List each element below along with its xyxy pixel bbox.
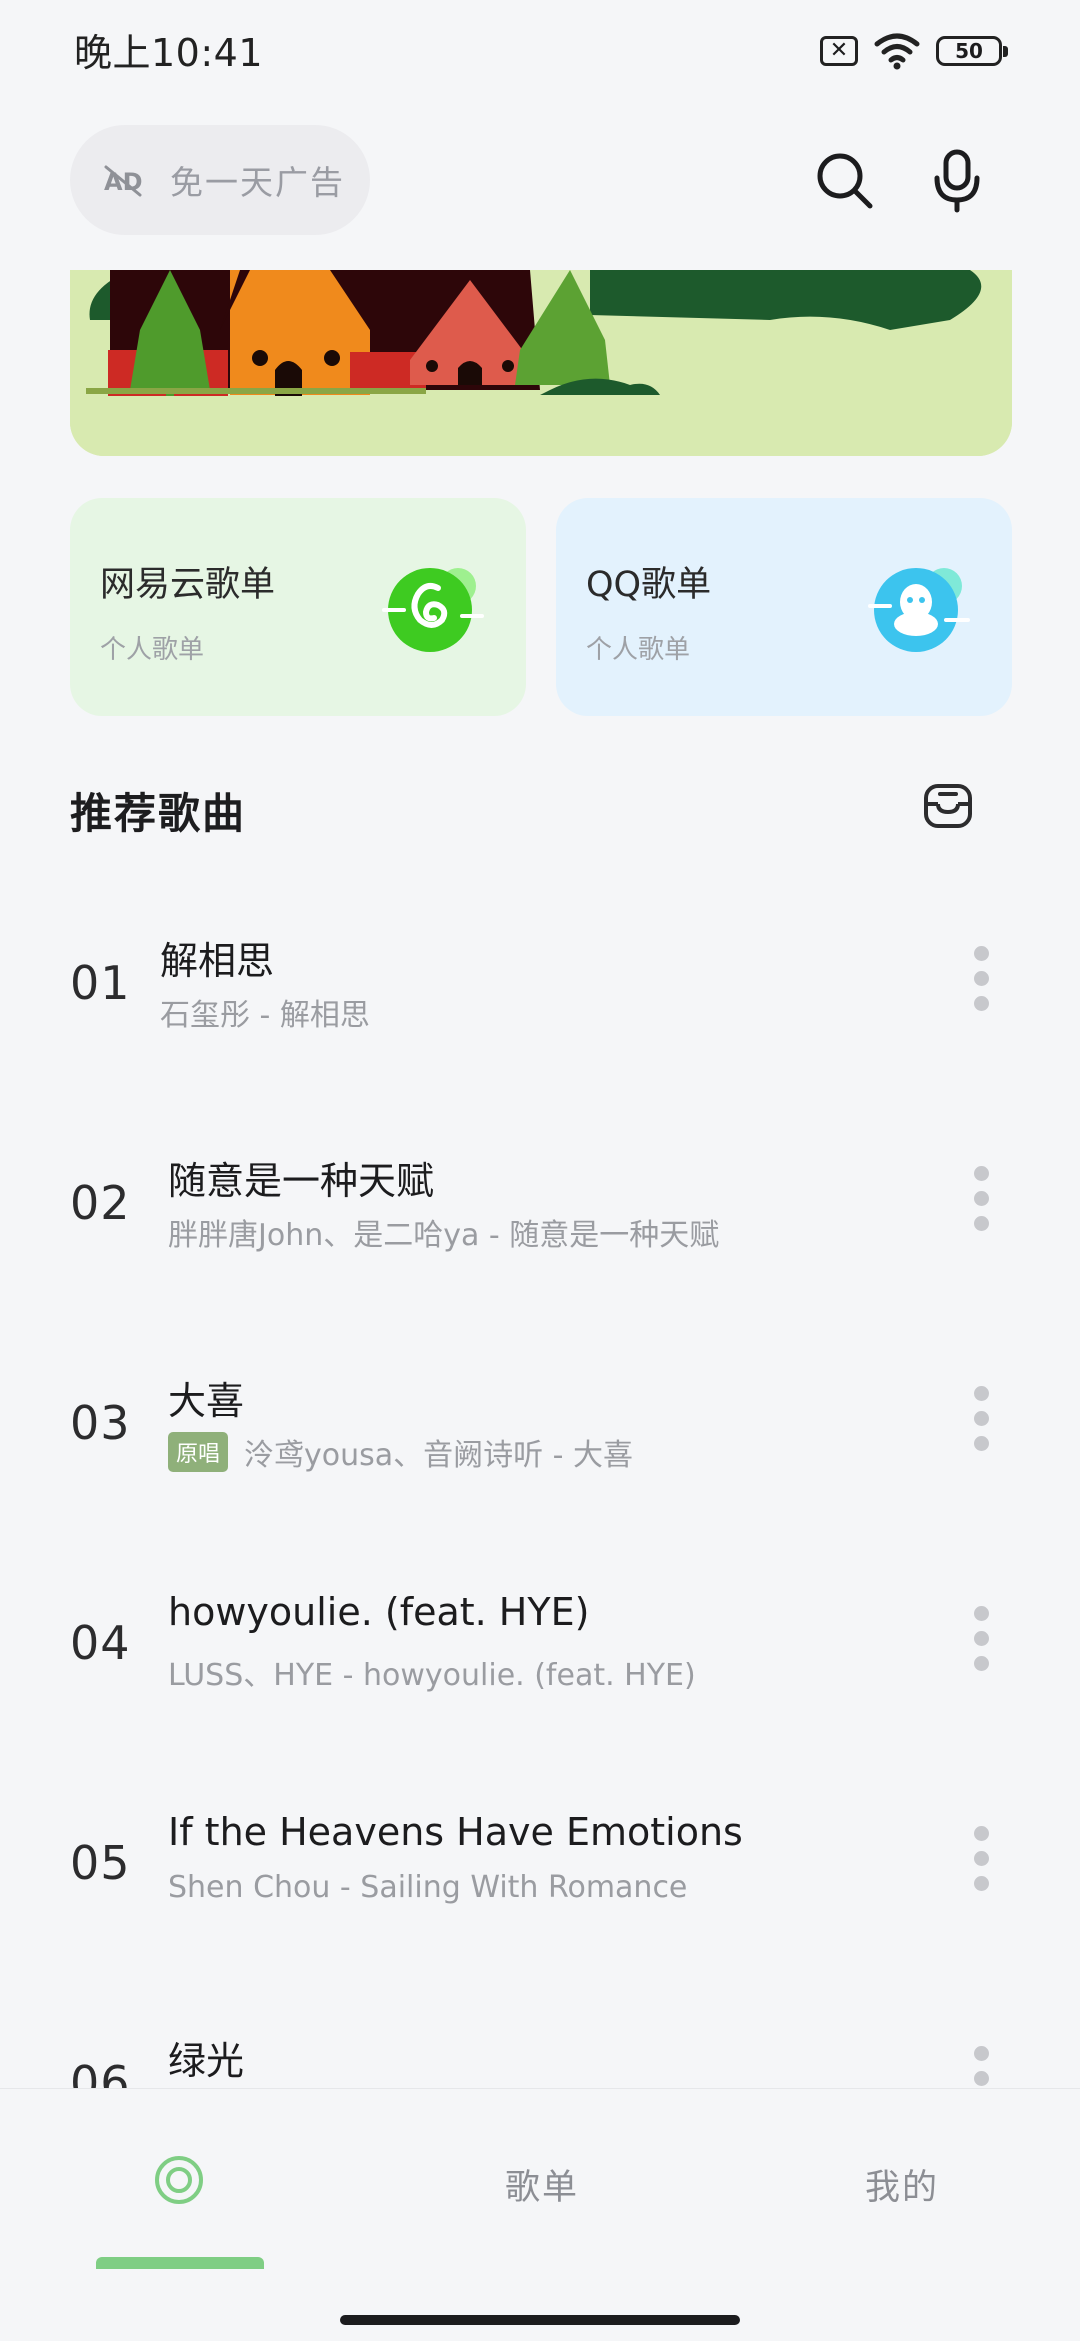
song-artist-album: 石玺彤 - 解相思 bbox=[160, 998, 370, 1033]
song-row[interactable]: 05 If the Heavens Have Emotions Shen Cho… bbox=[0, 1786, 1080, 2006]
song-subline: 原唱 泠鸢yousa、音阙诗听 - 大喜 bbox=[168, 1430, 633, 1474]
search-icon[interactable] bbox=[812, 148, 878, 214]
home-tab-icon[interactable] bbox=[152, 2153, 206, 2207]
inbox-icon[interactable] bbox=[920, 778, 976, 834]
song-number: 03 bbox=[70, 1396, 131, 1450]
song-artist-album: LUSS、HYE - howyoulie. (feat. HYE) bbox=[168, 1658, 696, 1693]
song-artist-album: Shen Chou - Sailing With Romance bbox=[168, 1870, 688, 1905]
song-artist-album: 胖胖唐John、是二哈ya - 随意是一种天赋 bbox=[168, 1218, 720, 1253]
qq-playlist-card[interactable]: QQ歌单 个人歌单 bbox=[556, 498, 1012, 716]
tab-mine[interactable]: 我的 bbox=[865, 2159, 939, 2210]
battery-icon: 50 bbox=[936, 36, 1008, 66]
song-row[interactable]: 03 大喜 原唱 泠鸢yousa、音阙诗听 - 大喜 bbox=[0, 1346, 1080, 1566]
bottom-navigation: 歌单 我的 bbox=[0, 2088, 1080, 2341]
more-options-icon[interactable] bbox=[972, 946, 990, 1012]
song-title: 绿光 bbox=[168, 2039, 245, 2083]
promo-banner[interactable] bbox=[70, 270, 1012, 456]
song-title: 解相思 bbox=[160, 939, 275, 983]
home-gesture-bar[interactable] bbox=[340, 2315, 740, 2325]
banner-illustration bbox=[70, 270, 1012, 456]
song-row[interactable]: 02 随意是一种天赋 胖胖唐John、是二哈ya - 随意是一种天赋 bbox=[0, 1126, 1080, 1346]
wifi-icon bbox=[874, 33, 920, 70]
song-title: howyoulie. (feat. HYE) bbox=[168, 1590, 590, 1634]
song-number: 02 bbox=[70, 1176, 131, 1230]
status-icons: ✕ 50 bbox=[820, 30, 1008, 72]
more-options-icon[interactable] bbox=[972, 1166, 990, 1232]
qq-penguin-icon bbox=[868, 568, 970, 652]
song-number: 01 bbox=[70, 956, 131, 1010]
song-title: 随意是一种天赋 bbox=[168, 1159, 435, 1203]
section-title: 推荐歌曲 bbox=[70, 789, 247, 838]
netease-playlist-card[interactable]: 网易云歌单 个人歌单 bbox=[70, 498, 526, 716]
more-options-icon[interactable] bbox=[972, 1386, 990, 1452]
search-bar[interactable]: AD 免一天广告 bbox=[70, 125, 370, 235]
more-options-icon[interactable] bbox=[972, 1606, 990, 1672]
no-sim-icon: ✕ bbox=[820, 36, 858, 66]
original-badge: 原唱 bbox=[168, 1432, 229, 1472]
active-tab-indicator bbox=[96, 2257, 264, 2269]
search-placeholder: 免一天广告 bbox=[170, 163, 345, 202]
tab-playlists[interactable]: 歌单 bbox=[505, 2159, 579, 2210]
ad-block-icon: AD bbox=[104, 165, 143, 197]
more-options-icon[interactable] bbox=[972, 1826, 990, 1892]
song-title: 大喜 bbox=[168, 1379, 245, 1423]
song-title: If the Heavens Have Emotions bbox=[168, 1810, 743, 1854]
battery-level: 50 bbox=[955, 39, 983, 63]
netease-music-icon bbox=[382, 568, 484, 652]
song-row[interactable]: 01 解相思 石玺彤 - 解相思 bbox=[0, 906, 1080, 1126]
song-number: 04 bbox=[70, 1616, 131, 1670]
song-number: 05 bbox=[70, 1836, 131, 1890]
song-row[interactable]: 04 howyoulie. (feat. HYE) LUSS、HYE - how… bbox=[0, 1566, 1080, 1786]
status-time: 晚上10:41 bbox=[74, 31, 264, 75]
song-artist-album: 泠鸢yousa、音阙诗听 - 大喜 bbox=[244, 1438, 634, 1473]
microphone-icon[interactable] bbox=[930, 148, 984, 214]
